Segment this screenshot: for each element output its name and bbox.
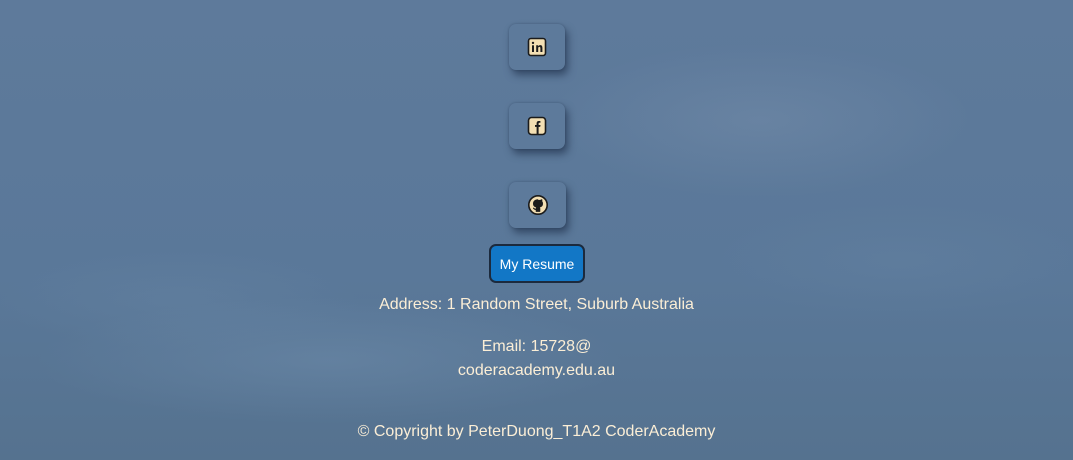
copyright-text: © Copyright by PeterDuong_T1A2 CoderAcad… — [357, 423, 716, 440]
github-icon — [527, 194, 549, 216]
facebook-icon — [527, 116, 547, 136]
email-text-line2: coderacademy.edu.au — [457, 362, 616, 379]
linkedin-icon — [527, 37, 547, 57]
linkedin-button[interactable] — [509, 24, 565, 70]
my-resume-button[interactable]: My Resume — [489, 244, 585, 283]
email-text-line1: Email: 15728@ — [481, 338, 592, 355]
facebook-button[interactable] — [509, 103, 565, 149]
footer-section: My Resume Address: 1 Random Street, Subu… — [0, 0, 1073, 460]
address-text: Address: 1 Random Street, Suburb Austral… — [379, 296, 694, 313]
github-button[interactable] — [509, 182, 566, 228]
